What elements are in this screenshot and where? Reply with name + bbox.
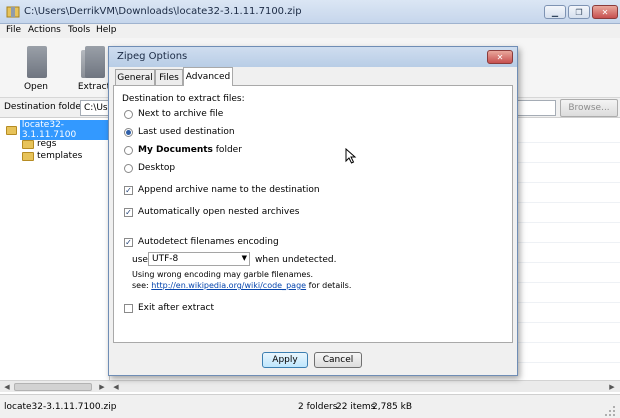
tree-item-root[interactable]: locate32-3.1.11.7100 xyxy=(6,120,109,140)
radio-desktop[interactable] xyxy=(124,164,133,173)
dialog-titlebar: Zipeg Options ✕ xyxy=(109,47,517,67)
maximize-button[interactable]: ❐ xyxy=(568,5,590,19)
tree-item-label: locate32-3.1.11.7100 xyxy=(19,120,109,140)
resize-grip-icon[interactable] xyxy=(604,405,616,417)
encoding-select[interactable]: UTF-8 ▼ xyxy=(148,252,250,266)
browse-button[interactable]: Browse... xyxy=(560,99,618,117)
append-name-label: Append archive name to the destination xyxy=(138,185,320,195)
dialog-close-button[interactable]: ✕ xyxy=(487,50,513,64)
autodetect-encoding-label: Autodetect filenames encoding xyxy=(138,237,279,247)
checkbox-open-nested[interactable]: ✓ xyxy=(124,208,133,217)
zipeg-options-dialog: Zipeg Options ✕ General Files Advanced D… xyxy=(108,46,518,376)
folder-icon xyxy=(22,151,34,161)
encoding-suffix: when undetected. xyxy=(255,255,337,265)
tab-advanced[interactable]: Advanced xyxy=(183,67,233,86)
checkbox-autodetect-encoding[interactable]: ✓ xyxy=(124,238,133,247)
checkbox-exit-after-extract[interactable] xyxy=(124,304,133,313)
scroll-left-icon[interactable]: ◀ xyxy=(110,382,122,392)
scroll-left-icon[interactable]: ◀ xyxy=(1,382,13,392)
tree-item-label: regs xyxy=(37,139,57,149)
apply-button[interactable]: Apply xyxy=(262,352,308,368)
menu-file[interactable]: File xyxy=(6,25,21,35)
scroll-right-icon[interactable]: ▶ xyxy=(96,382,108,392)
folder-tree: locate32-3.1.11.7100 regs templates xyxy=(0,118,110,380)
open-nested-label: Automatically open nested archives xyxy=(138,207,300,217)
encoding-value: UTF-8 xyxy=(152,254,179,264)
menu-actions[interactable]: Actions xyxy=(28,25,61,35)
my-documents-bold: My Documents xyxy=(138,145,213,155)
status-items: 22 items xyxy=(336,402,376,412)
encoding-note: Using wrong encoding may garble filename… xyxy=(132,270,314,279)
close-window-button[interactable]: ✕ xyxy=(592,5,618,19)
radio-desktop-label: Desktop xyxy=(138,163,176,173)
dialog-title: Zipeg Options xyxy=(117,51,188,62)
window-titlebar: C:\Users\DerrikVM\Downloads\locate32-3.1… xyxy=(0,0,620,24)
scroll-right-icon[interactable]: ▶ xyxy=(606,382,618,392)
open-button[interactable]: Open xyxy=(14,42,58,92)
after-link: for details. xyxy=(306,281,352,290)
advanced-tab-panel: Destination to extract files: Next to ar… xyxy=(113,85,513,343)
minimize-button[interactable]: ▁ xyxy=(544,5,566,19)
tab-files[interactable]: Files xyxy=(155,69,183,85)
menu-tools[interactable]: Tools xyxy=(68,25,90,35)
radio-next-to-archive[interactable] xyxy=(124,110,133,119)
horizontal-scrollbar[interactable]: ◀ ▶ ◀ ▶ xyxy=(0,380,620,392)
radio-my-documents[interactable] xyxy=(124,146,133,155)
tree-item-templates[interactable]: templates xyxy=(22,150,82,162)
checkbox-append-name[interactable]: ✓ xyxy=(124,186,133,195)
status-file: locate32-3.1.11.7100.zip xyxy=(4,402,117,412)
scroll-thumb[interactable] xyxy=(14,383,92,391)
status-folders: 2 folders xyxy=(298,402,338,412)
code-page-link[interactable]: http://en.wikipedia.org/wiki/code_page xyxy=(151,281,306,290)
tree-item-label: templates xyxy=(37,151,83,161)
radio-last-used[interactable] xyxy=(124,128,133,137)
status-bar: locate32-3.1.11.7100.zip 2 folders 22 it… xyxy=(0,394,620,418)
my-documents-rest: folder xyxy=(212,145,242,155)
extract-label: Extract xyxy=(77,82,111,92)
open-icon xyxy=(23,46,49,78)
radio-last-used-label: Last used destination xyxy=(138,127,235,137)
extract-icon xyxy=(81,46,107,78)
tab-general[interactable]: General xyxy=(115,69,155,85)
status-size: 2,785 kB xyxy=(372,402,413,412)
menu-help[interactable]: Help xyxy=(96,25,117,35)
folder-icon xyxy=(6,125,17,135)
radio-my-documents-label: My Documents folder xyxy=(138,145,242,155)
open-label: Open xyxy=(23,82,49,92)
menu-bar: File Actions Tools Help xyxy=(0,24,620,38)
destination-heading: Destination to extract files: xyxy=(122,94,245,104)
encoding-see: see: http://en.wikipedia.org/wiki/code_p… xyxy=(132,281,351,290)
chevron-down-icon: ▼ xyxy=(241,254,247,262)
mouse-cursor-icon xyxy=(345,148,357,164)
cancel-button[interactable]: Cancel xyxy=(314,352,362,368)
folder-icon xyxy=(22,139,34,149)
see-label: see: xyxy=(132,281,149,290)
destination-folder-label: Destination folder: xyxy=(4,102,88,112)
tree-item-regs[interactable]: regs xyxy=(22,138,56,150)
radio-next-to-archive-label: Next to archive file xyxy=(138,109,224,119)
zipeg-app-icon xyxy=(6,6,20,18)
window-title: C:\Users\DerrikVM\Downloads\locate32-3.1… xyxy=(24,6,302,17)
exit-after-extract-label: Exit after extract xyxy=(138,303,214,313)
